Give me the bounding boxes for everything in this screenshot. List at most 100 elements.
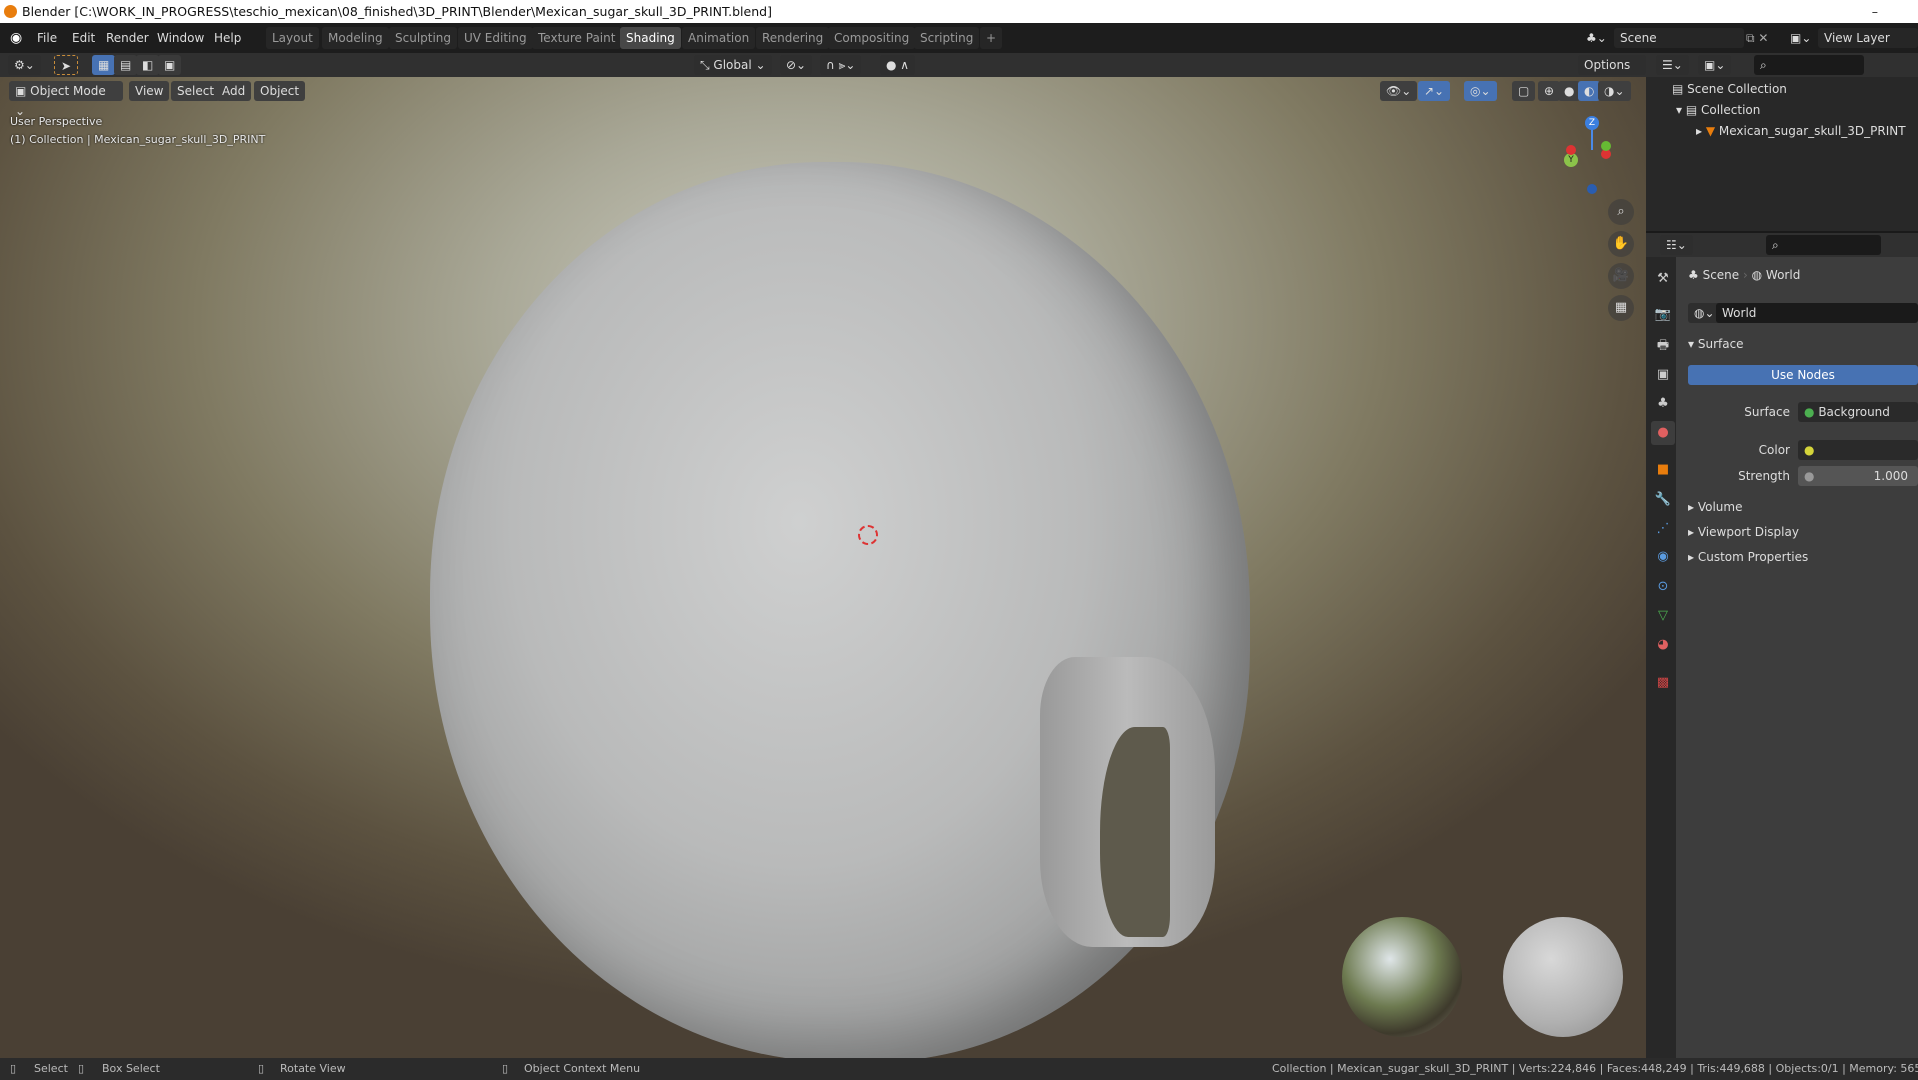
viewport-menu-view[interactable]: View	[129, 81, 170, 101]
tab-modeling[interactable]: Modeling	[322, 27, 389, 49]
tab-layout[interactable]: Layout	[266, 27, 319, 49]
tab-shading[interactable]: Shading	[620, 27, 681, 49]
options-dropdown[interactable]: Options ⌄	[1578, 55, 1646, 92]
navigation-gizmo[interactable]: Z Y	[1540, 111, 1620, 194]
view-perspective-label: User Perspective	[10, 115, 103, 128]
use-nodes-button[interactable]: Use Nodes	[1688, 365, 1918, 385]
color-label: Color	[1758, 443, 1790, 457]
properties-search-input[interactable]: ⌕	[1766, 235, 1881, 255]
xray-icon[interactable]: ▢	[1512, 81, 1536, 101]
grid-ortho-icon[interactable]: ▦	[1608, 295, 1634, 321]
tab-texture-paint[interactable]: Texture Paint	[532, 27, 622, 49]
tool-tab-icon[interactable]: ⚒	[1651, 267, 1675, 291]
outliner-label: Scene Collection	[1687, 82, 1787, 96]
custom-properties-panel-header[interactable]: ▸ Custom Properties	[1688, 550, 1808, 564]
texture-tab-icon[interactable]: ▩	[1651, 671, 1675, 695]
status-bar: ▯ Select ▯ Box Select ▯ Rotate View ▯ Ob…	[0, 1058, 1918, 1080]
strength-field[interactable]: ● 1.000	[1798, 466, 1918, 486]
display-mode-icon[interactable]: ▣⌄	[1698, 55, 1732, 75]
x-axis-icon[interactable]	[1566, 145, 1576, 155]
viewport-menu-add[interactable]: Add	[216, 81, 252, 101]
viewport-menu-object[interactable]: Object	[254, 81, 306, 101]
select-mode-subtract-icon[interactable]: ◧	[136, 55, 160, 75]
color-field[interactable]: ●	[1798, 440, 1918, 460]
menu-window[interactable]: Window	[157, 23, 204, 53]
shading-wireframe-icon[interactable]: ⊕	[1538, 81, 1561, 101]
tab-animation[interactable]: Animation	[682, 27, 756, 49]
tab-sculpting[interactable]: Sculpting	[389, 27, 458, 49]
overlay-toggle-icon[interactable]: ◎⌄	[1464, 81, 1497, 101]
3d-viewport[interactable]: ▣ Object Mode ⌄ View Select Add Object 👁…	[0, 77, 1646, 1058]
tab-uv-editing[interactable]: UV Editing	[458, 27, 533, 49]
physics-tab-icon[interactable]: ◉	[1651, 545, 1675, 569]
snap-icon[interactable]: ∩ ⫸⌄	[820, 55, 862, 75]
render-tab-icon[interactable]: 📷	[1651, 303, 1675, 327]
pivot-point-icon[interactable]: ⊘⌄	[780, 55, 813, 75]
menu-edit[interactable]: Edit	[72, 23, 95, 53]
menu-help[interactable]: Help	[214, 23, 241, 53]
panel-title: Custom Properties	[1697, 550, 1809, 564]
gizmo-toggle-icon[interactable]: ↗⌄	[1418, 81, 1451, 101]
neg-y-axis-icon[interactable]	[1601, 141, 1611, 151]
neg-z-axis-icon[interactable]	[1587, 184, 1597, 194]
world-tab-icon[interactable]: ●	[1651, 421, 1675, 445]
surface-shader-field[interactable]: ● Background	[1798, 402, 1918, 422]
camera-icon[interactable]: 🎥	[1608, 263, 1634, 289]
new-scene-icon[interactable]: ⧉ ✕	[1746, 23, 1768, 53]
outliner-item-scene-collection[interactable]: ▤ Scene Collection	[1672, 82, 1787, 96]
scene-icon[interactable]: ♣⌄	[1586, 23, 1607, 53]
data-tab-icon[interactable]: ▽	[1651, 604, 1675, 628]
blender-menu-icon[interactable]: ◉	[10, 23, 22, 53]
visibility-icon[interactable]: 👁⌄	[1380, 81, 1418, 101]
tab-scripting[interactable]: Scripting	[914, 27, 980, 49]
view-layer-icon[interactable]: ▣⌄	[1790, 23, 1811, 53]
constraints-tab-icon[interactable]: ⊙	[1651, 575, 1675, 599]
viewport-menu-select[interactable]: Select	[171, 81, 221, 101]
outliner-item-collection[interactable]: ▾ ▤ Collection	[1676, 103, 1760, 117]
y-axis-icon[interactable]: Y	[1564, 153, 1578, 167]
status-select: Select	[34, 1062, 68, 1075]
status-rotate: Rotate View	[280, 1062, 346, 1075]
particles-tab-icon[interactable]: ⋰	[1651, 517, 1675, 541]
shading-rendered-icon[interactable]: ◑⌄	[1598, 81, 1631, 101]
output-tab-icon[interactable]: 🖶	[1651, 334, 1675, 358]
window-title: Blender [C:\WORK_IN_PROGRESS\teschio_mex…	[22, 4, 772, 19]
breadcrumb-scene: Scene	[1702, 268, 1740, 282]
tab-rendering[interactable]: Rendering	[756, 27, 830, 49]
material-tab-icon[interactable]: ◕	[1651, 633, 1675, 657]
surface-panel-header[interactable]: ▾ Surface	[1688, 337, 1744, 351]
select-mode-new-icon[interactable]: ▦	[92, 55, 116, 75]
menu-render[interactable]: Render	[106, 23, 149, 53]
strength-label: Strength	[1738, 469, 1790, 483]
properties-editor-type-icon[interactable]: ☷⌄	[1660, 235, 1693, 255]
outliner-item-object[interactable]: ▸ ▼ Mexican_sugar_skull_3D_PRINT	[1696, 124, 1906, 138]
select-mode-extend-icon[interactable]: ▤	[114, 55, 138, 75]
scene-statistics: Collection | Mexican_sugar_skull_3D_PRIN…	[1272, 1062, 1918, 1075]
outliner-label: Mexican_sugar_skull_3D_PRINT	[1718, 124, 1906, 138]
view-layer-tab-icon[interactable]: ▣	[1651, 363, 1675, 387]
hdri-preview-sphere	[1342, 917, 1462, 1037]
scene-selector[interactable]: Scene	[1614, 28, 1744, 48]
volume-panel-header[interactable]: ▸ Volume	[1688, 500, 1742, 514]
outliner-editor-type-icon[interactable]: ☰⌄	[1656, 55, 1689, 75]
tab-compositing[interactable]: Compositing	[828, 27, 916, 49]
select-mode-intersect-icon[interactable]: ▣	[158, 55, 182, 75]
pan-hand-icon[interactable]: ✋	[1608, 231, 1634, 257]
add-workspace-button[interactable]: +	[980, 27, 1003, 49]
transform-orientation-dropdown[interactable]: ⤡ Global ⌄	[694, 55, 772, 75]
menu-file[interactable]: File	[37, 23, 57, 53]
outliner-search-input[interactable]: ⌕	[1754, 55, 1864, 75]
viewport-display-panel-header[interactable]: ▸ Viewport Display	[1688, 525, 1799, 539]
zoom-icon[interactable]: ⌕	[1608, 199, 1634, 225]
select-tool-icon[interactable]: ➤	[54, 55, 79, 75]
editor-type-icon[interactable]: ⚙⌄	[8, 55, 41, 75]
world-name-field[interactable]: World	[1716, 303, 1918, 323]
mesh-object-icon: ▼	[1705, 124, 1716, 138]
minimize-button[interactable]: –	[1872, 0, 1878, 23]
z-axis-icon[interactable]: Z	[1585, 116, 1599, 130]
proportional-edit-icon[interactable]: ● ∧	[880, 55, 916, 75]
view-layer-selector[interactable]: View Layer	[1818, 28, 1918, 48]
object-mode-dropdown[interactable]: ▣ Object Mode ⌄	[9, 81, 123, 118]
modifier-tab-icon[interactable]: 🔧	[1651, 488, 1675, 512]
diffuse-preview-sphere	[1503, 917, 1623, 1037]
